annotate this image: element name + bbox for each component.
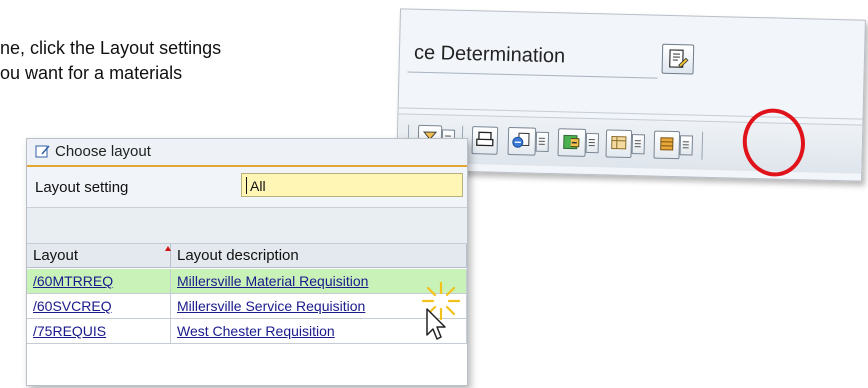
layout-setting-field[interactable]: All: [241, 173, 463, 197]
layout-dropdown-icon[interactable]: [631, 134, 646, 155]
layout-cell[interactable]: /60MTRREQ: [27, 269, 171, 293]
column-header-description-text: Layout description: [177, 247, 299, 264]
layout-cell[interactable]: /60SVCREQ: [27, 294, 171, 318]
dialog-toolbar-area: [27, 208, 467, 244]
layout-choose-icon: [35, 145, 50, 158]
layout-settings-dropdown-icon[interactable]: [679, 135, 694, 156]
column-header-description[interactable]: Layout description: [171, 244, 467, 268]
table-row[interactable]: /60SVCREQ Millersville Service Requisiti…: [27, 294, 467, 319]
local-file-dropdown-icon[interactable]: [585, 132, 600, 154]
column-header-layout[interactable]: Layout: [27, 244, 171, 268]
layout-icon: [611, 136, 627, 150]
table-row[interactable]: /75REQUIS West Chester Requisition: [27, 319, 467, 344]
local-file-button[interactable]: [557, 128, 587, 157]
dialog-title: Choose layout: [55, 143, 151, 160]
instruction-text: ne, click the Layout settings ou want fo…: [0, 36, 221, 86]
instruction-line-2: ou want for a materials: [0, 63, 183, 83]
edit-document-button[interactable]: [661, 43, 695, 75]
table-row[interactable]: /60MTRREQ Millersville Material Requisit…: [27, 269, 467, 294]
print-button[interactable]: [471, 126, 499, 155]
layout-setting-value: All: [250, 178, 266, 194]
local-file-icon: [563, 134, 580, 150]
title-underline: [407, 71, 658, 79]
dialog-header: Choose layout: [27, 139, 467, 167]
layout-setting-row: Layout setting All: [27, 167, 467, 208]
export-icon: [512, 132, 530, 148]
toolbar-separator: [701, 131, 704, 160]
column-header-layout-text: Layout: [33, 247, 79, 264]
edit-document-icon: [669, 49, 689, 68]
choose-layout-dialog: Choose layout Layout setting All Layout …: [26, 138, 468, 386]
export-button[interactable]: [507, 127, 537, 156]
layout-settings-icon: [660, 137, 674, 151]
layout-button[interactable]: [605, 129, 633, 159]
layout-cell[interactable]: /75REQUIS: [27, 319, 171, 343]
instruction-line-1: ne, click the Layout settings: [0, 38, 222, 58]
layout-setting-label: Layout setting: [35, 179, 129, 196]
layout-settings-button[interactable]: [653, 130, 681, 160]
export-dropdown-icon[interactable]: [535, 131, 550, 153]
text-cursor: [246, 177, 247, 194]
print-icon: [476, 131, 494, 147]
mouse-pointer-icon: [426, 308, 446, 340]
window-title: ce Determination: [413, 41, 566, 68]
